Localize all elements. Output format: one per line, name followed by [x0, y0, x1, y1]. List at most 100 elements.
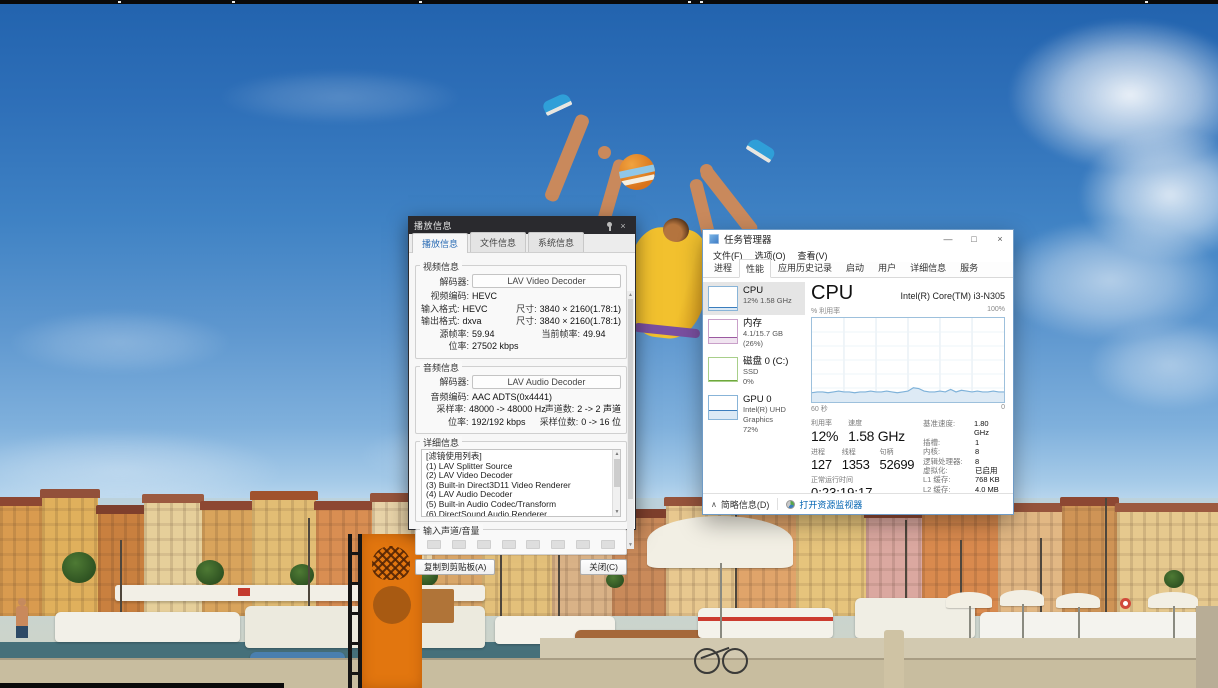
- video-decoder-value[interactable]: LAV Video Decoder: [472, 274, 621, 288]
- spec-value: 已启用: [975, 466, 998, 475]
- tab-播放信息[interactable]: 播放信息: [412, 233, 468, 253]
- video-info-group: 视频信息 解码器: LAV Video Decoder 视频编码:HEVC输入格…: [415, 265, 627, 359]
- close-icon[interactable]: ×: [987, 230, 1013, 248]
- sidebar-item-detail: SSD: [743, 367, 788, 377]
- tab-启动[interactable]: 启动: [839, 258, 871, 277]
- spec-label: L1 缓存:: [923, 475, 975, 484]
- tab-性能[interactable]: 性能: [739, 259, 771, 278]
- top-bar-tick: [232, 1, 235, 3]
- channel-meter: [551, 540, 565, 549]
- window-scrollbar[interactable]: ▲▼: [627, 291, 634, 549]
- player-hand: [598, 146, 611, 159]
- spec-row: 内核:8: [923, 447, 1005, 456]
- task-manager-title: 任务管理器: [724, 232, 935, 246]
- mini-graph-fill: [709, 307, 737, 310]
- info-row: 源帧率:59.94当前帧率:49.94: [421, 329, 621, 339]
- copy-to-clipboard-button[interactable]: 复制到剪贴板(A): [415, 559, 495, 575]
- channel-meter: [601, 540, 615, 549]
- close-button[interactable]: 关闭(C): [580, 559, 627, 575]
- sidebar-item-name: CPU: [743, 286, 792, 296]
- tab-应用历史记录[interactable]: 应用历史记录: [771, 258, 839, 277]
- info-row: 采样率:48000 -> 48000 Hz声道数:2 -> 2 声道: [421, 404, 621, 414]
- basketball: [619, 154, 655, 190]
- building-roof: [1060, 497, 1119, 506]
- spec-label: 基准速度:: [923, 419, 974, 438]
- tab-文件信息[interactable]: 文件信息: [470, 232, 526, 252]
- input-volume-group: 输入声道/音量: [415, 529, 627, 555]
- umbrella-pole: [1078, 607, 1080, 640]
- top-bar-tick: [688, 1, 691, 3]
- audio-info-label: 音频信息: [420, 361, 462, 374]
- building-roof: [250, 491, 318, 500]
- task-manager-window: 任务管理器 — □ × 文件(F)选项(O)查看(V) 进程性能应用历史记录启动…: [702, 229, 1014, 515]
- tab-进程[interactable]: 进程: [707, 258, 739, 277]
- playback-info-body: 视频信息 解码器: LAV Video Decoder 视频编码:HEVC输入格…: [409, 253, 635, 578]
- resource-monitor-icon: [786, 500, 795, 509]
- minimize-icon[interactable]: —: [935, 230, 961, 248]
- mini-graph-fill: [709, 410, 737, 419]
- stat-label: 利用率: [811, 418, 838, 428]
- mini-graph-fill: [709, 380, 737, 381]
- mini-graph: [708, 286, 738, 311]
- cpu-usage-chart[interactable]: [811, 317, 1005, 403]
- fewer-details-toggle[interactable]: 简略信息(D): [721, 498, 770, 511]
- top-bar-tick: [118, 1, 121, 3]
- channel-meters: [421, 537, 621, 550]
- filter-list-box[interactable]: [滤镜使用列表](1) LAV Splitter Source(2) LAV V…: [421, 449, 621, 517]
- input-volume-label: 输入声道/音量: [420, 524, 483, 537]
- desktop-wallpaper: 播放信息 × 播放信息文件信息系统信息 视频信息 解码器: LAV Video …: [0, 0, 1218, 688]
- chevron-up-icon[interactable]: ∧: [711, 500, 717, 509]
- tab-详细信息[interactable]: 详细信息: [903, 258, 953, 277]
- audio-decoder-label: 解码器:: [421, 375, 469, 388]
- pin-icon[interactable]: [602, 220, 616, 232]
- building-roof: [1115, 503, 1218, 512]
- mini-graph: [708, 357, 738, 382]
- stat-label: 速度: [848, 418, 905, 428]
- channel-meter: [477, 540, 491, 549]
- basketball-shadow: [373, 586, 411, 624]
- task-manager-icon: [709, 234, 719, 244]
- sidebar-item-text: CPU12% 1.58 GHz: [743, 286, 792, 306]
- stat-label: 线程: [842, 447, 870, 457]
- sidebar-item-CPU[interactable]: CPU12% 1.58 GHz: [703, 282, 805, 315]
- maximize-icon[interactable]: □: [961, 230, 987, 248]
- building-roof: [0, 497, 44, 506]
- boat-stripe: [698, 617, 833, 621]
- sidebar-item-text: GPU 0Intel(R) UHD Graphics72%: [743, 395, 802, 435]
- umbrella-pole: [969, 606, 971, 641]
- channel-meter: [427, 540, 441, 549]
- bicycle-wheel: [722, 648, 748, 674]
- task-manager-titlebar[interactable]: 任务管理器 — □ ×: [703, 230, 1013, 248]
- stone-pillar: [884, 630, 904, 688]
- stat-利用率: 利用率12%: [811, 418, 838, 444]
- top-bar-tick: [1145, 1, 1148, 3]
- audio-decoder-value[interactable]: LAV Audio Decoder: [472, 375, 621, 389]
- sidebar-item-GPU 0[interactable]: GPU 0Intel(R) UHD Graphics72%: [703, 391, 805, 439]
- task-manager-tabs: 进程性能应用历史记录启动用户详细信息服务: [703, 262, 1013, 278]
- spec-row: 基准速度:1.80 GHz: [923, 419, 1005, 438]
- sidebar-item-detail: 72%: [743, 425, 802, 435]
- tree: [290, 564, 314, 586]
- open-resource-monitor-link[interactable]: 打开资源监视器: [799, 498, 862, 511]
- stat-value: 1.58 GHz: [848, 428, 905, 444]
- tab-用户[interactable]: 用户: [871, 258, 903, 277]
- listbox-scrollbar[interactable]: ▲▼: [612, 450, 620, 516]
- mini-graph: [708, 319, 738, 344]
- sidebar-item-内存[interactable]: 内存4.1/15.7 GB (26%): [703, 315, 805, 353]
- cpu-model-name: Intel(R) Core(TM) i3-N305: [900, 291, 1005, 301]
- close-icon[interactable]: ×: [616, 220, 630, 232]
- stat-label: 句柄: [880, 447, 915, 457]
- task-manager-footer: ∧ 简略信息(D) 打开资源监视器: [703, 493, 1013, 514]
- video-info-label: 视频信息: [420, 260, 462, 273]
- spec-label: L2 缓存:: [923, 485, 975, 493]
- audio-info-group: 音频信息 解码器: LAV Audio Decoder 音频编码:AAC ADT…: [415, 366, 627, 435]
- filter-list-item: (6) DirectSound Audio Renderer: [426, 510, 610, 517]
- umbrella-pole: [1173, 606, 1175, 641]
- building-facade: [796, 501, 866, 616]
- tab-系统信息[interactable]: 系统信息: [528, 232, 584, 252]
- top-bar-tick: [700, 1, 703, 3]
- info-row: 输入格式:HEVC尺寸:3840 × 2160(1.78:1): [421, 304, 621, 314]
- sidebar-item-磁盘 0 (C:)[interactable]: 磁盘 0 (C:)SSD0%: [703, 353, 805, 391]
- tab-服务[interactable]: 服务: [953, 258, 985, 277]
- spec-value: 1: [975, 438, 979, 447]
